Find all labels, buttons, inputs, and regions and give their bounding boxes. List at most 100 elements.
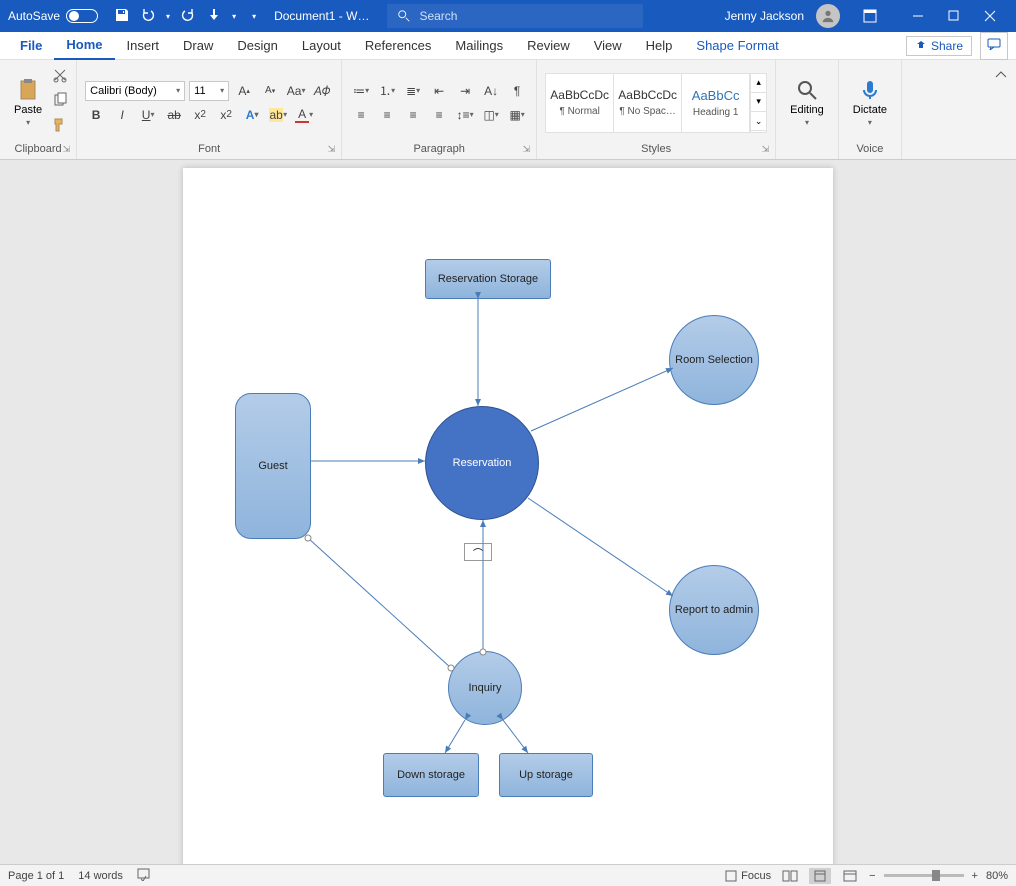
focus-mode[interactable]: Focus	[725, 870, 771, 882]
copy-icon[interactable]	[52, 92, 68, 113]
more-icon[interactable]: ⌄	[751, 112, 766, 131]
layout-options-icon[interactable]: ⌒	[464, 543, 492, 561]
tab-review[interactable]: Review	[515, 32, 582, 60]
document-area[interactable]: Reservation Storage Guest Reservation Ro…	[0, 160, 1016, 864]
zoom-in-icon[interactable]: +	[972, 870, 978, 882]
autosave-toggle[interactable]: AutoSave	[0, 9, 106, 23]
spellcheck-icon[interactable]	[137, 867, 153, 884]
line-spacing-icon[interactable]: ↕≡▾	[454, 105, 476, 125]
align-center-icon[interactable]: ≡	[376, 105, 398, 125]
change-case-icon[interactable]: Aa▾	[285, 81, 307, 101]
styles-gallery[interactable]: AaBbCcDc¶ Normal AaBbCcDc¶ No Spac… AaBb…	[545, 73, 767, 133]
highlight-icon[interactable]: ab▾	[267, 105, 289, 125]
gallery-scroll[interactable]: ▴▾⌄	[750, 74, 766, 132]
tab-shape-format[interactable]: Shape Format	[684, 32, 790, 60]
shape-up-storage[interactable]: Up storage	[499, 753, 593, 797]
tab-draw[interactable]: Draw	[171, 32, 225, 60]
tab-layout[interactable]: Layout	[290, 32, 353, 60]
clear-format-icon[interactable]: A𝜙	[311, 81, 333, 101]
shape-room-selection[interactable]: Room Selection	[669, 315, 759, 405]
bold-button[interactable]: B	[85, 105, 107, 125]
tab-design[interactable]: Design	[225, 32, 289, 60]
cut-icon[interactable]	[52, 67, 68, 88]
group-clipboard: Clipboard	[4, 143, 72, 157]
tab-mailings[interactable]: Mailings	[443, 32, 515, 60]
format-painter-icon[interactable]	[52, 117, 68, 138]
minimize-button[interactable]	[900, 0, 936, 32]
decrease-indent-icon[interactable]: ⇤	[428, 81, 450, 101]
save-icon[interactable]	[114, 7, 130, 26]
group-font: Font	[81, 143, 337, 157]
zoom-out-icon[interactable]: −	[869, 870, 875, 882]
tab-help[interactable]: Help	[634, 32, 685, 60]
close-button[interactable]	[972, 0, 1008, 32]
subscript-button[interactable]: x2	[189, 105, 211, 125]
editing-button[interactable]: Editing▾	[784, 74, 830, 131]
underline-button[interactable]: U▾	[137, 105, 159, 125]
show-marks-icon[interactable]: ¶	[506, 81, 528, 101]
font-size-select[interactable]: 11▾	[189, 81, 229, 101]
borders-icon[interactable]: ▦▾	[506, 105, 528, 125]
mic-icon	[858, 78, 882, 102]
paste-button[interactable]: Paste ▾	[8, 74, 48, 131]
style-no-spacing[interactable]: AaBbCcDc¶ No Spac…	[614, 74, 682, 132]
ribbon-tabs: File Home Insert Draw Design Layout Refe…	[0, 32, 1016, 60]
undo-icon[interactable]	[140, 7, 156, 26]
dictate-label: Dictate	[853, 104, 887, 116]
search-box[interactable]: Search	[387, 4, 643, 28]
customize-qat-icon[interactable]: ▾	[252, 12, 256, 21]
zoom-slider[interactable]	[884, 874, 964, 877]
page-indicator[interactable]: Page 1 of 1	[8, 870, 64, 882]
maximize-button[interactable]	[936, 0, 972, 32]
collapse-ribbon-icon[interactable]	[986, 60, 1016, 159]
chevron-down-icon[interactable]: ▾	[166, 12, 170, 21]
strikethrough-button[interactable]: ab	[163, 105, 185, 125]
share-button[interactable]: Share	[906, 36, 972, 56]
chevron-up-icon[interactable]: ▴	[751, 74, 766, 93]
web-layout-icon[interactable]	[839, 868, 861, 884]
comments-button[interactable]	[980, 32, 1008, 60]
shape-reservation-storage[interactable]: Reservation Storage	[425, 259, 551, 299]
print-layout-icon[interactable]	[809, 868, 831, 884]
shape-inquiry[interactable]: Inquiry	[448, 651, 522, 725]
align-right-icon[interactable]: ≡	[402, 105, 424, 125]
shape-down-storage[interactable]: Down storage	[383, 753, 479, 797]
align-left-icon[interactable]: ≡	[350, 105, 372, 125]
style-normal[interactable]: AaBbCcDc¶ Normal	[546, 74, 614, 132]
italic-button[interactable]: I	[111, 105, 133, 125]
read-mode-icon[interactable]	[779, 868, 801, 884]
ribbon-display-icon[interactable]	[852, 0, 888, 32]
tab-references[interactable]: References	[353, 32, 443, 60]
touch-mode-icon[interactable]	[206, 7, 222, 26]
shape-report[interactable]: Report to admin	[669, 565, 759, 655]
word-count[interactable]: 14 words	[78, 870, 123, 882]
shape-reservation[interactable]: Reservation	[425, 406, 539, 520]
tab-home[interactable]: Home	[54, 32, 114, 60]
dictate-button[interactable]: Dictate▾	[847, 74, 893, 131]
numbering-icon[interactable]: ⒈▾	[376, 81, 398, 101]
search-icon	[397, 9, 411, 23]
tab-insert[interactable]: Insert	[115, 32, 172, 60]
increase-indent-icon[interactable]: ⇥	[454, 81, 476, 101]
text-effects-icon[interactable]: A▾	[241, 105, 263, 125]
toggle-off-icon[interactable]	[66, 9, 98, 23]
superscript-button[interactable]: x2	[215, 105, 237, 125]
user-avatar[interactable]	[816, 4, 840, 28]
tab-view[interactable]: View	[582, 32, 634, 60]
shape-guest[interactable]: Guest	[235, 393, 311, 539]
chevron-down-icon[interactable]: ▾	[232, 12, 236, 21]
justify-icon[interactable]: ≡	[428, 105, 450, 125]
style-heading1[interactable]: AaBbCcHeading 1	[682, 74, 750, 132]
multilevel-icon[interactable]: ≣▾	[402, 81, 424, 101]
font-name-select[interactable]: Calibri (Body)▾	[85, 81, 185, 101]
redo-icon[interactable]	[180, 7, 196, 26]
bullets-icon[interactable]: ≔▾	[350, 81, 372, 101]
sort-icon[interactable]: A↓	[480, 81, 502, 101]
decrease-font-icon[interactable]: A▾	[259, 81, 281, 101]
zoom-level[interactable]: 80%	[986, 870, 1008, 882]
increase-font-icon[interactable]: A▴	[233, 81, 255, 101]
font-color-icon[interactable]: A▾	[293, 105, 315, 125]
tab-file[interactable]: File	[8, 32, 54, 60]
chevron-down-icon[interactable]: ▾	[751, 93, 766, 112]
shading-icon[interactable]: ◫▾	[480, 105, 502, 125]
